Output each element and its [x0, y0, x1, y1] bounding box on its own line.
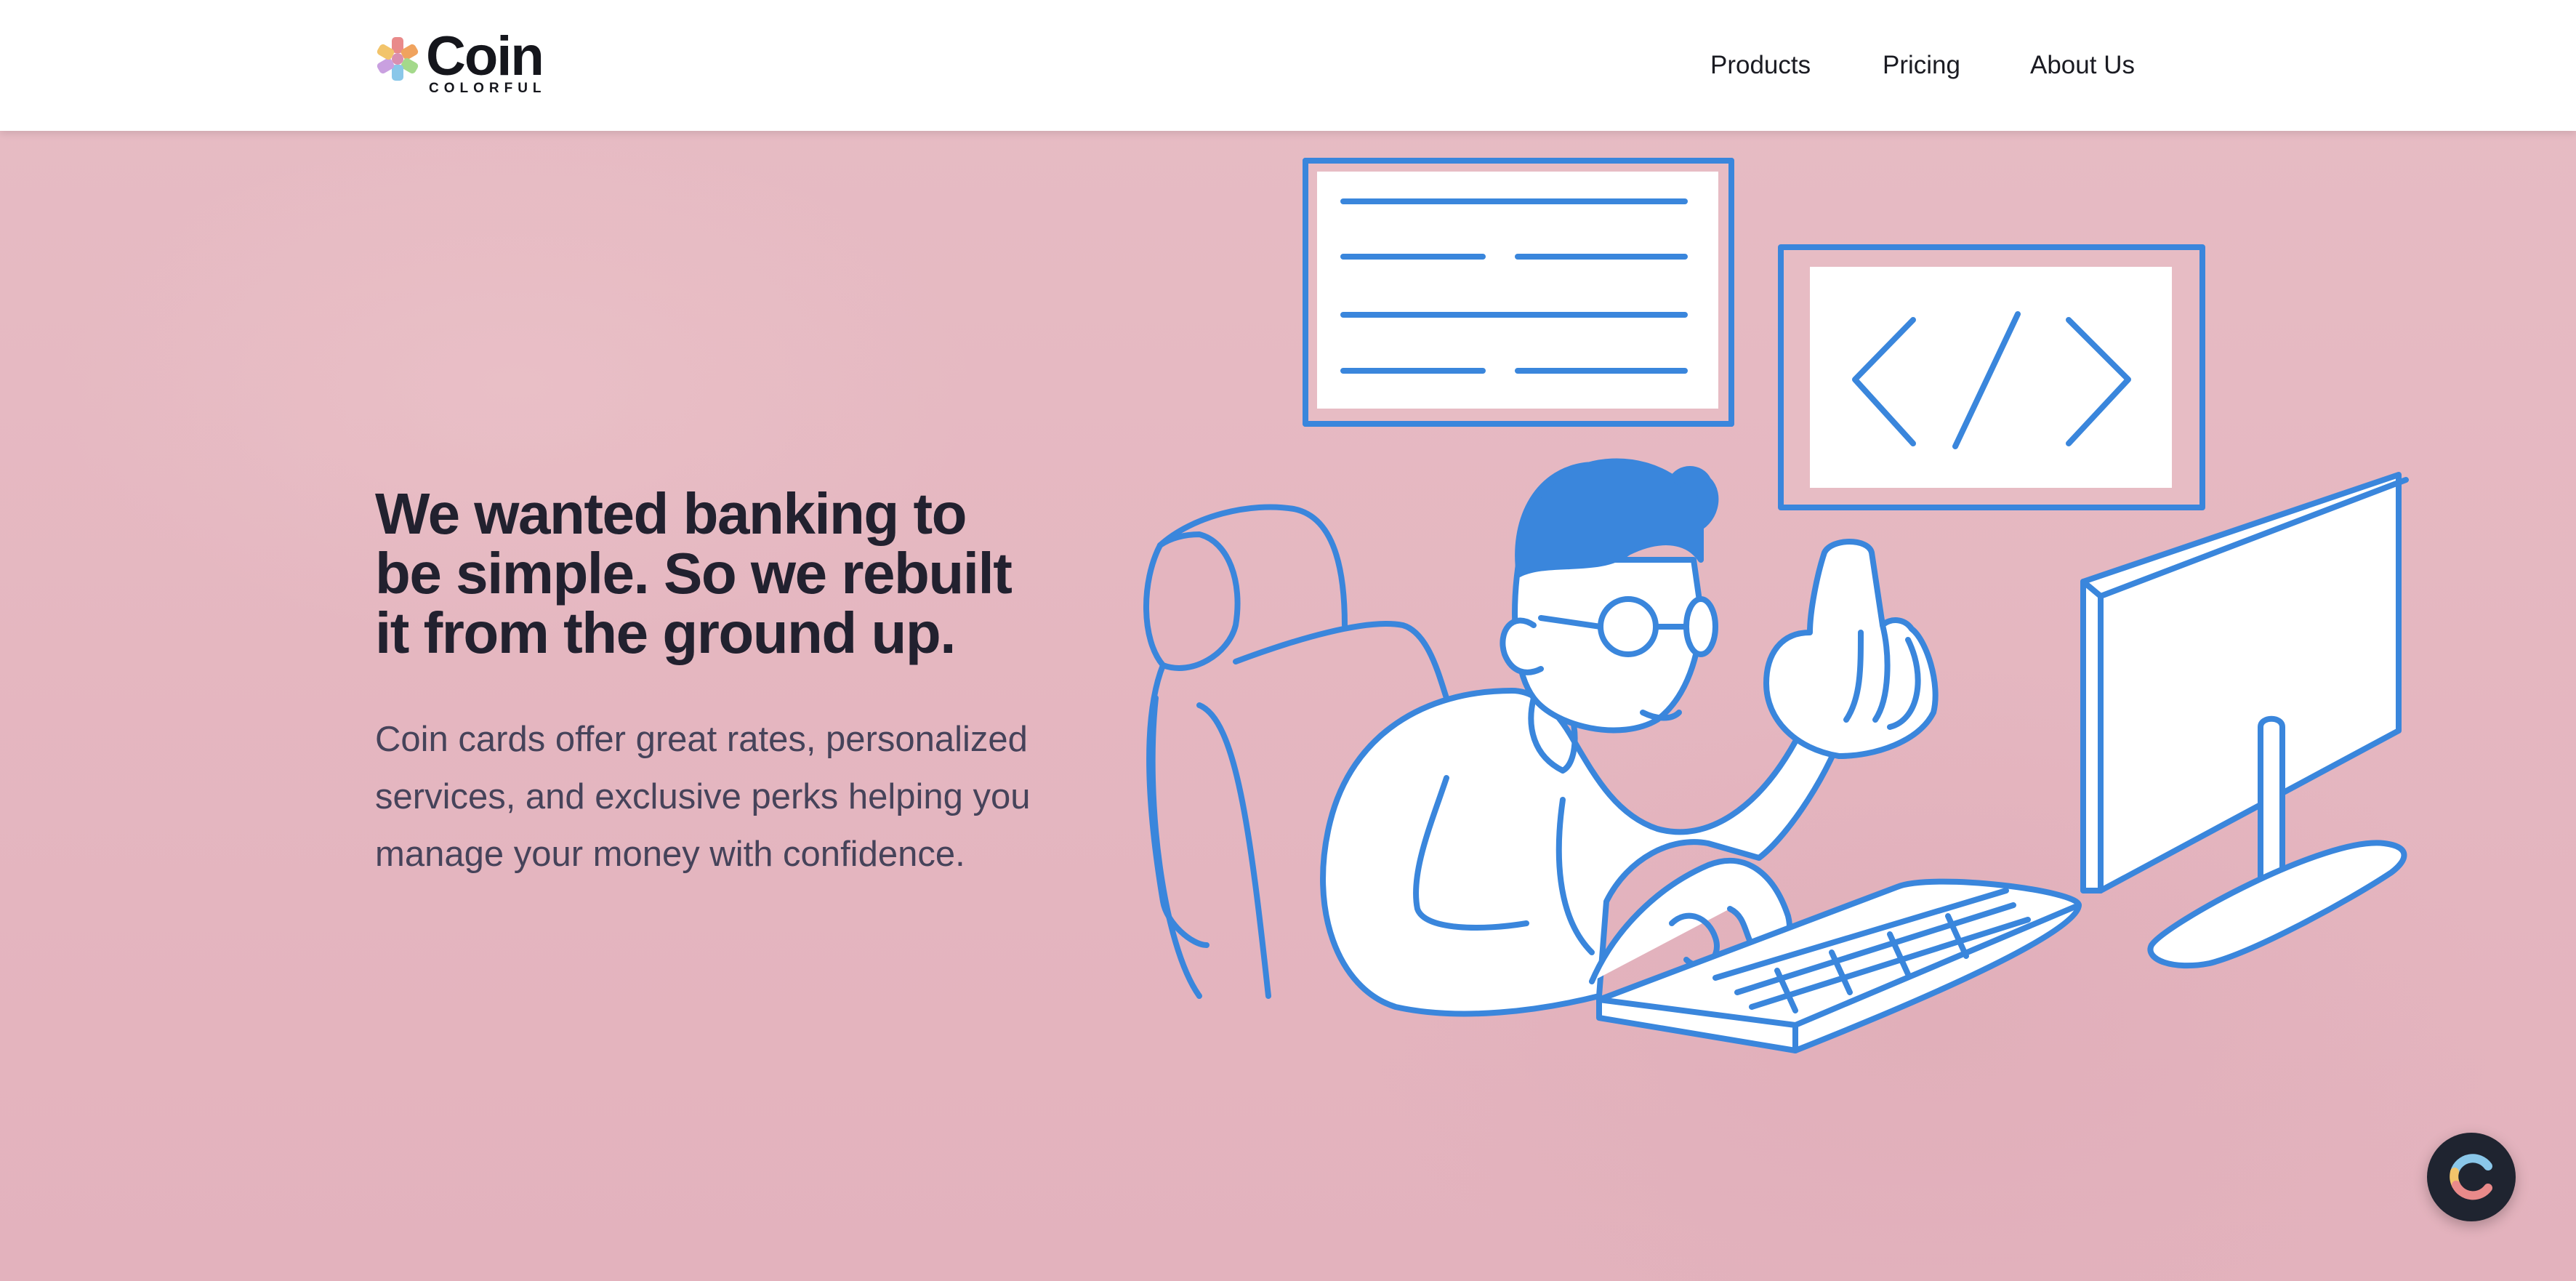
brand-tagline: COLORFUL [429, 81, 547, 96]
nav-link-about-us[interactable]: About Us [2030, 49, 2135, 81]
coin-c-logo-icon [2450, 1154, 2492, 1200]
brand-name: Coin [426, 25, 544, 87]
brand-logo[interactable]: Coin COLORFUL [375, 25, 550, 100]
hero-description: Coin cards offer great rates, personaliz… [375, 720, 1031, 874]
nav-link-products[interactable]: Products [1710, 49, 1811, 81]
nav-link-pricing[interactable]: Pricing [1883, 49, 1960, 81]
wall-code-frame [1778, 244, 2205, 510]
person-typing-at-computer-illustration [1143, 158, 2409, 1053]
colorful-flower-icon [377, 37, 419, 81]
chat-widget-button[interactable] [2427, 1133, 2516, 1221]
hero-headline: We wanted banking to be simple. So we re… [375, 481, 1013, 665]
site-header: Coin COLORFUL Products Pricing About Us [0, 0, 2576, 131]
computer-monitor [2080, 472, 2409, 969]
wall-document-frame [1303, 158, 1734, 427]
